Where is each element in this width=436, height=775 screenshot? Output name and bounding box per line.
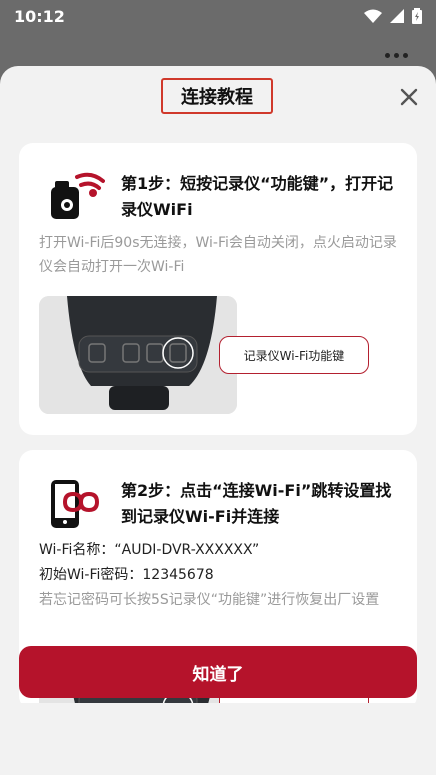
close-icon (400, 88, 418, 106)
got-it-button[interactable]: 知道了 (19, 646, 417, 698)
phone-link-icon (51, 480, 100, 528)
more-options-icon[interactable] (382, 48, 410, 62)
status-bar: 10:12 (0, 0, 436, 32)
bottom-bar (0, 703, 436, 775)
wifi-signal-icon (364, 9, 382, 23)
dashcam-button-image (39, 296, 237, 414)
step-1-title: 第1步：短按记录仪“功能键”，打开记录仪WiFi (121, 174, 394, 219)
status-icons (364, 8, 422, 24)
function-key-callout: 记录仪Wi-Fi功能键 (219, 336, 369, 374)
step-1-description: 打开Wi-Fi后90s无连接，Wi-Fi会自动关闭，点火启动记录仪会自动打开一次… (39, 235, 397, 275)
wifi-name: Wi-Fi名称：“AUDI-DVR-XXXXXX” (39, 542, 260, 558)
sheet-header: 连接教程 (0, 66, 436, 136)
step-1-card: 第1步：短按记录仪“功能键”，打开记录仪WiFi 打开Wi-Fi后90s无连接，… (19, 143, 417, 435)
reset-tip: 若忘记密码可长按5S记录仪“功能键”进行恢复出厂设置 (39, 592, 380, 608)
cell-signal-icon (390, 9, 404, 23)
step-2-title: 第2步：点击“连接Wi-Fi”跳转设置找到记录仪Wi-Fi并连接 (121, 481, 392, 526)
close-button[interactable] (396, 84, 422, 110)
battery-icon (412, 8, 422, 24)
sheet-title: 连接教程 (161, 78, 273, 114)
status-time: 10:12 (14, 6, 65, 26)
wifi-password: 初始Wi-Fi密码：12345678 (39, 567, 214, 583)
dashcam-wifi-icon (51, 172, 105, 219)
